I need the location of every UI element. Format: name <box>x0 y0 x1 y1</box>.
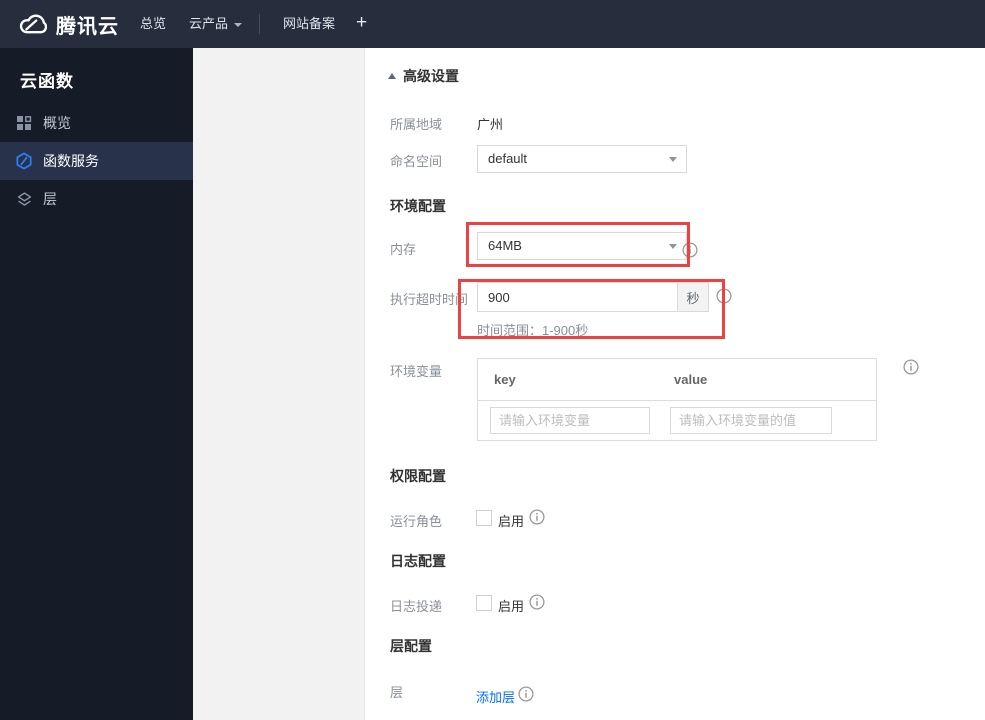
log-config-heading: 日志配置 <box>390 553 446 569</box>
layer-label: 层 <box>390 685 404 700</box>
sidebar-item-function-service[interactable]: 函数服务 <box>0 142 193 180</box>
timeout-label: 执行超时时间 <box>390 292 469 307</box>
run-role-enable-checkbox[interactable] <box>476 510 492 526</box>
nav-icp-filing[interactable]: 网站备案 <box>283 0 335 48</box>
nav-cloud-products-label: 云产品 <box>189 16 229 31</box>
sidebar-item-overview[interactable]: 概览 <box>0 104 193 142</box>
region-label: 所属地域 <box>390 117 443 132</box>
run-role-info-icon[interactable] <box>529 509 545 525</box>
envvar-key-input[interactable] <box>490 407 650 434</box>
namespace-label: 命名空间 <box>390 154 443 169</box>
env-config-heading: 环境配置 <box>390 198 446 214</box>
add-layer-link[interactable]: 添加层 <box>476 687 515 706</box>
function-config-form: 高级设置 所属地域 广州 命名空间 default 环境配置 内存 64MB 执… <box>365 48 985 720</box>
secondary-panel <box>193 48 365 720</box>
advanced-settings-label: 高级设置 <box>403 68 459 84</box>
cloud-icon <box>17 13 47 36</box>
envvar-label: 环境变量 <box>390 364 443 379</box>
timeout-input-group: 秒 <box>477 282 709 312</box>
envvar-key-header: key <box>494 372 516 387</box>
envvar-table: key value <box>477 358 877 441</box>
memory-selected-value: 64MB <box>488 238 522 253</box>
log-shipping-enable-checkbox[interactable] <box>476 595 492 611</box>
hexagon-function-icon <box>15 152 33 170</box>
namespace-selected-value: default <box>488 151 528 166</box>
timeout-input[interactable] <box>478 283 677 311</box>
brand-name: 腾讯云 <box>56 15 119 38</box>
advanced-settings-toggle[interactable]: 高级设置 <box>388 66 459 86</box>
sidebar-item-label: 函数服务 <box>43 153 99 169</box>
timeout-unit-suffix: 秒 <box>677 283 708 311</box>
memory-info-icon[interactable] <box>682 242 698 258</box>
navbar-divider <box>259 14 260 34</box>
add-tab-button[interactable]: + <box>356 0 367 48</box>
envvar-input-row <box>478 401 876 440</box>
log-shipping-enable-label: 启用 <box>498 599 525 614</box>
grid-icon <box>15 114 33 132</box>
timeout-range-hint: 时间范围：1-900秒 <box>477 323 589 338</box>
sidebar-item-label: 层 <box>43 191 57 207</box>
permission-config-heading: 权限配置 <box>390 468 446 484</box>
sidebar-item-label: 概览 <box>43 115 71 131</box>
envvar-value-input[interactable] <box>670 407 832 434</box>
layers-icon <box>15 190 33 208</box>
envvar-table-header: key value <box>478 359 876 401</box>
run-role-enable-label: 启用 <box>498 514 525 529</box>
nav-overview[interactable]: 总览 <box>140 0 166 48</box>
sidebar: 云函数 概览 函数服务 层 <box>0 48 193 720</box>
log-shipping-label: 日志投递 <box>390 599 443 614</box>
caret-down-icon <box>669 244 677 249</box>
layer-config-heading: 层配置 <box>390 638 432 654</box>
timeout-info-icon[interactable] <box>716 288 732 304</box>
region-value: 广州 <box>477 117 504 132</box>
sidebar-title: 云函数 <box>20 72 74 91</box>
log-shipping-info-icon[interactable] <box>529 594 545 610</box>
add-layer-info-icon[interactable] <box>518 686 534 702</box>
caret-down-icon <box>234 22 243 27</box>
nav-cloud-products[interactable]: 云产品 <box>189 0 243 48</box>
caret-down-icon <box>669 157 677 162</box>
envvar-value-header: value <box>674 372 708 387</box>
top-navbar: 腾讯云 总览 云产品 网站备案 + <box>0 0 985 48</box>
namespace-select[interactable]: default <box>477 145 687 173</box>
memory-label: 内存 <box>390 242 417 257</box>
tencent-cloud-logo[interactable]: 腾讯云 <box>17 0 119 48</box>
run-role-label: 运行角色 <box>390 514 443 529</box>
memory-select[interactable]: 64MB <box>477 232 687 260</box>
sidebar-item-layer[interactable]: 层 <box>0 180 193 218</box>
triangle-up-icon <box>388 73 396 79</box>
envvar-info-icon[interactable] <box>903 359 919 375</box>
